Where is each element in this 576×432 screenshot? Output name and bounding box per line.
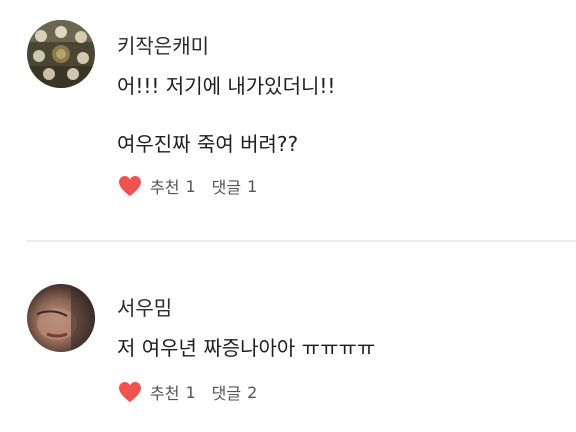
comment-actions: 추천 1 댓글 2	[118, 379, 257, 405]
like-button[interactable]: 추천	[150, 174, 179, 198]
comment-item: 서우밈 저 여우년 짜증나아아 ㅠㅠㅠㅠ 추천 1 댓글 2	[0, 242, 576, 432]
comment-actions: 추천 1 댓글 1	[118, 173, 257, 199]
like-count: 1	[185, 382, 196, 402]
comment-text: 저 여우년 짜증나아아 ㅠㅠㅠㅠ	[117, 336, 376, 360]
avatar[interactable]	[27, 284, 95, 352]
reply-button[interactable]: 댓글	[212, 380, 241, 404]
like-button[interactable]: 추천	[150, 380, 179, 404]
reply-count: 2	[247, 382, 258, 402]
reply-count: 1	[247, 176, 258, 196]
comment-text: 어!!! 저기에 내가있더니!!	[117, 74, 336, 98]
comment-author[interactable]: 서우밈	[117, 292, 172, 321]
avatar[interactable]	[27, 20, 95, 88]
heart-icon[interactable]	[118, 175, 142, 197]
like-count: 1	[185, 176, 196, 196]
comment-text: 여우진짜 죽여 버려??	[117, 132, 299, 156]
reply-button[interactable]: 댓글	[212, 174, 241, 198]
comment-author[interactable]: 키작은캐미	[117, 30, 209, 59]
group-photo-avatar-icon	[27, 20, 95, 88]
heart-icon[interactable]	[118, 381, 142, 403]
face-photo-avatar-icon	[27, 284, 95, 352]
comment-item: 키작은캐미 어!!! 저기에 내가있더니!! 여우진짜 죽여 버려?? 추천 1…	[0, 0, 576, 240]
